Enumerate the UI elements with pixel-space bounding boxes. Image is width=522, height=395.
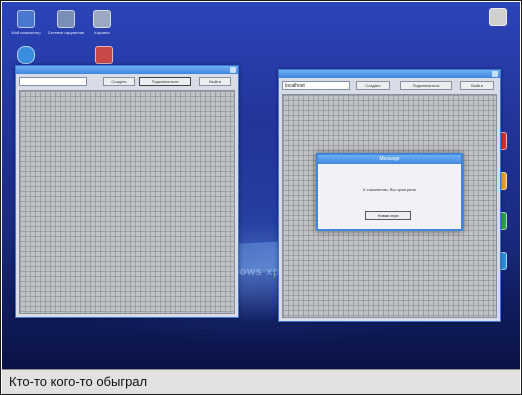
right-window-toolbar: localhost Создать Подключиться Выйти xyxy=(282,81,497,91)
close-icon[interactable] xyxy=(230,67,236,73)
game-board[interactable] xyxy=(19,90,235,314)
left-window-toolbar: Создать Подключиться Выйти xyxy=(19,77,235,87)
connect-button[interactable]: Подключиться xyxy=(400,81,452,90)
connect-button[interactable]: Подключиться xyxy=(139,77,191,86)
address-input[interactable] xyxy=(19,77,87,86)
recycle-glyph-icon xyxy=(93,10,111,28)
wallpaper-text: ows xp xyxy=(240,266,281,278)
recycle-bin-icon[interactable]: Корзина xyxy=(82,10,122,35)
app-glyph-icon xyxy=(95,46,113,64)
dialog-message: К сожалению, Вы проиграли xyxy=(363,187,416,192)
desktop: ows xp Мой компьютер Сетевое окружение К… xyxy=(2,2,520,369)
create-button[interactable]: Создать xyxy=(356,81,390,90)
dialog-titlebar[interactable]: Message xyxy=(318,155,461,164)
exit-button[interactable]: Выйти xyxy=(199,77,231,86)
message-dialog: Message К сожалению, Вы проиграли Новая … xyxy=(316,153,463,231)
computer-glyph-icon xyxy=(17,10,35,28)
address-input[interactable]: localhost xyxy=(282,81,350,90)
network-glyph-icon xyxy=(57,10,75,28)
ok-button[interactable]: Новая игра xyxy=(365,211,411,220)
figure-caption: Кто-то кого-то обыграл xyxy=(2,369,520,394)
network-icon[interactable]: Сетевое окружение xyxy=(46,10,86,35)
right-top-icon[interactable] xyxy=(478,8,518,26)
right-window-titlebar[interactable] xyxy=(279,70,500,78)
figure-frame: ows xp Мой компьютер Сетевое окружение К… xyxy=(0,0,522,395)
ie-icon[interactable] xyxy=(6,46,46,64)
exit-button[interactable]: Выйти xyxy=(460,81,494,90)
left-game-window: Создать Подключиться Выйти xyxy=(15,65,239,318)
app-icon[interactable] xyxy=(84,46,124,64)
monitor-icon xyxy=(489,8,507,26)
ie-glyph-icon xyxy=(17,46,35,64)
close-icon[interactable] xyxy=(492,71,498,77)
my-computer-icon[interactable]: Мой компьютер xyxy=(6,10,46,35)
left-window-titlebar[interactable] xyxy=(16,66,238,74)
create-button[interactable]: Создать xyxy=(103,77,135,86)
caption-text: Кто-то кого-то обыграл xyxy=(9,374,148,389)
